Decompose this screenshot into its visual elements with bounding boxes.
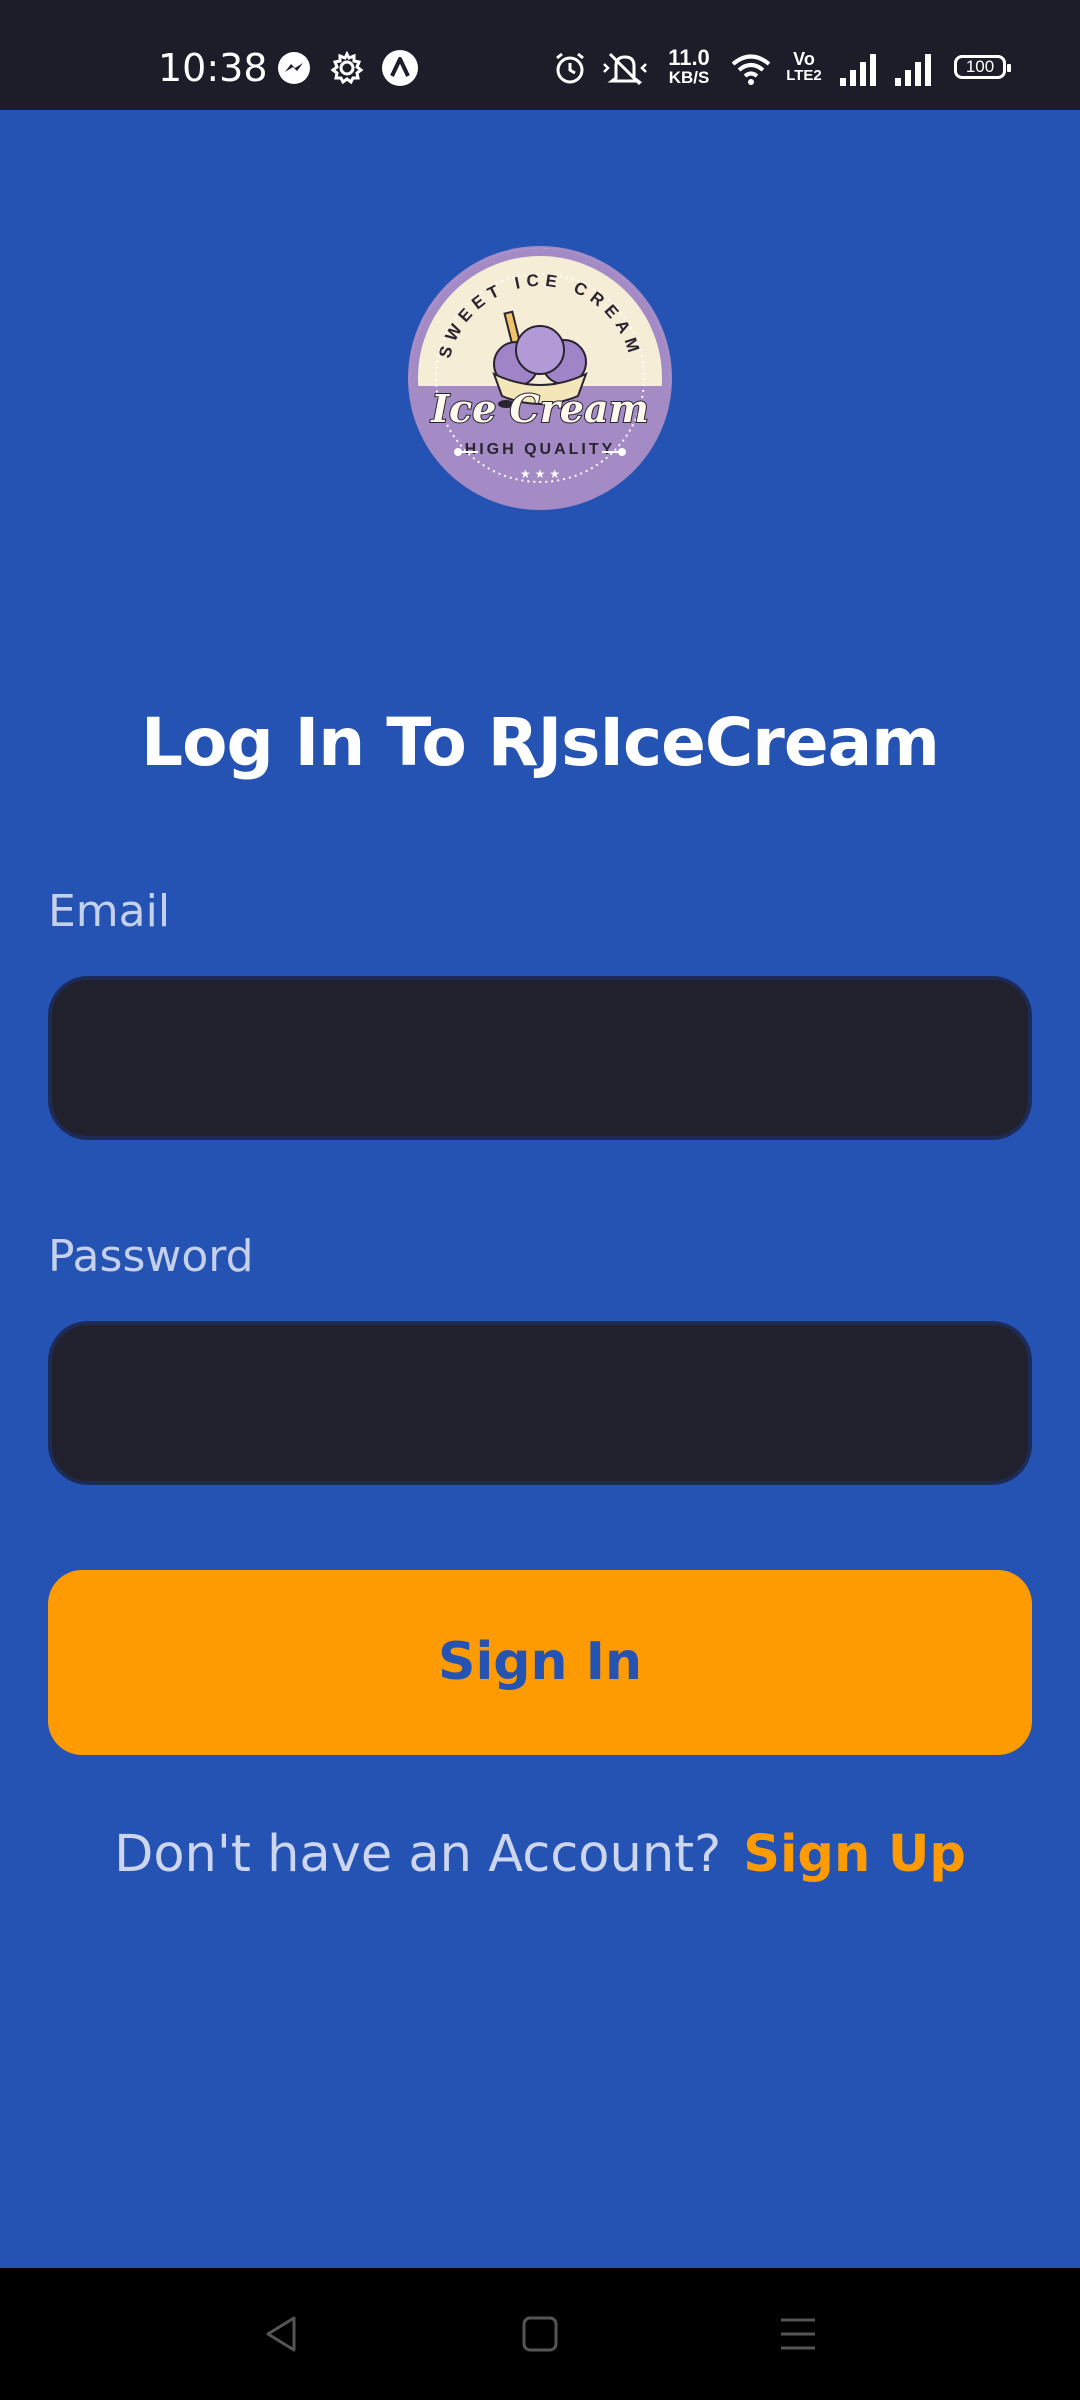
email-label: Email <box>48 886 171 937</box>
sign-in-button[interactable]: Sign In <box>48 1570 1032 1755</box>
volte-indicator: Vo LTE2 <box>784 50 824 84</box>
silent-bell-icon <box>603 52 647 86</box>
password-field[interactable] <box>48 1321 1032 1485</box>
menu-icon <box>781 2318 815 2350</box>
network-speed: 11.0 KB/S <box>664 47 714 87</box>
volte-bottom: LTE2 <box>786 67 822 84</box>
back-button[interactable] <box>242 2298 322 2370</box>
wifi-icon <box>731 54 771 85</box>
signup-row: Don't have an Account? Sign Up <box>0 1814 1080 1895</box>
email-field[interactable] <box>48 976 1032 1140</box>
volte-top: Vo <box>793 49 815 69</box>
menu-button[interactable] <box>758 2298 838 2370</box>
home-icon <box>522 2316 558 2352</box>
battery-level: 100 <box>965 57 995 76</box>
signal-2-icon <box>895 54 931 86</box>
network-speed-value: 11.0 <box>668 45 710 70</box>
network-speed-unit: KB/S <box>668 68 710 87</box>
settings-gear-icon <box>330 51 364 85</box>
battery-icon: 100 <box>954 55 1011 79</box>
back-icon <box>266 2316 296 2352</box>
logo-sub-text: HIGH QUALITY <box>465 441 616 458</box>
alarm-icon <box>556 52 584 84</box>
logo-main-text: Ice Cream <box>430 386 649 431</box>
signal-1-icon <box>840 54 876 86</box>
home-button[interactable] <box>500 2298 580 2370</box>
page-title: Log In To RJsIceCream <box>141 704 940 781</box>
navigation-bar <box>0 2268 1080 2400</box>
status-time: 10:38 <box>158 46 268 90</box>
ice-cream-logo: SWEET ICE CREAM Ice Cream HIGH QUALITY ★… <box>408 246 672 510</box>
signup-prompt: Don't have an Account? <box>114 1825 722 1884</box>
messenger-icon <box>278 52 310 84</box>
app-notification-icon <box>382 50 418 86</box>
password-label: Password <box>48 1231 254 1282</box>
logo-stars: ★ ★ ★ <box>520 467 560 481</box>
sign-up-link[interactable]: Sign Up <box>743 1825 966 1884</box>
status-bar: 10:38 11.0 KB/S Vo LTE2 100 <box>0 0 1080 110</box>
